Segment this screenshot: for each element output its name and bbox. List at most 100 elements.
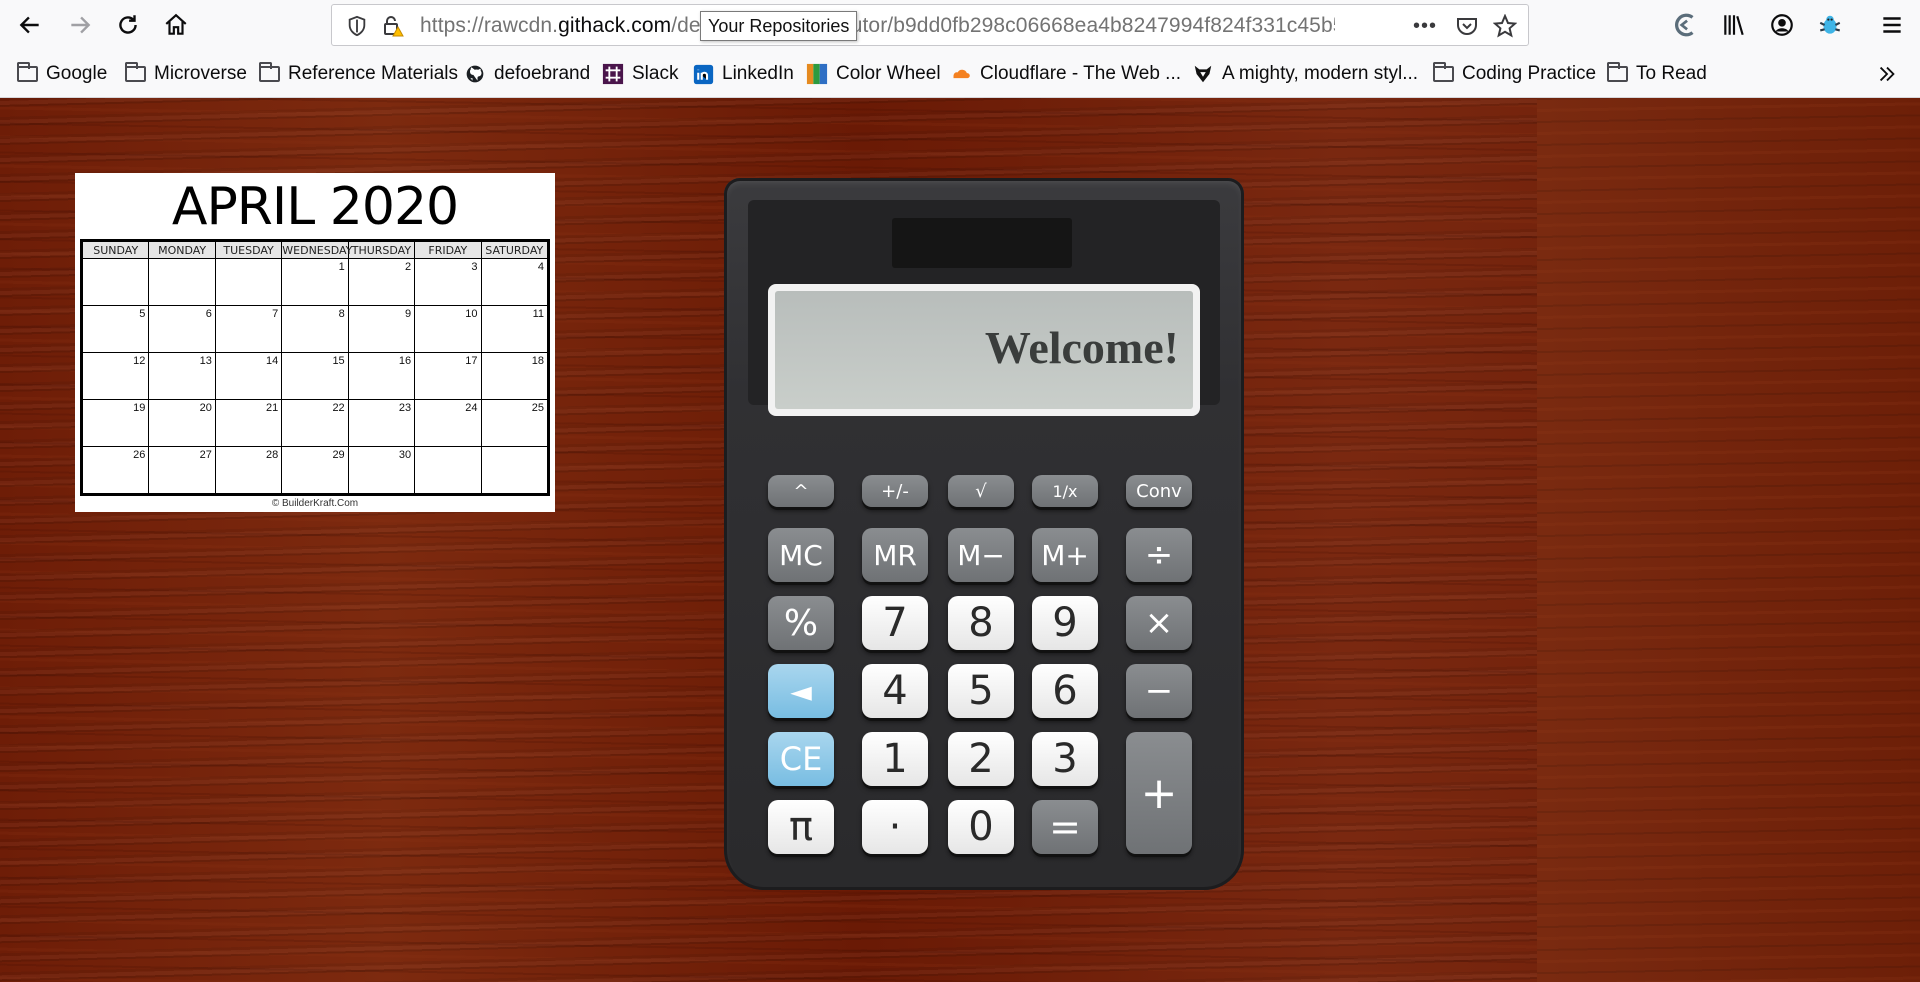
url-bar[interactable]: https://rawcdn.githack.com/de utor/b9dd0f… <box>331 4 1529 46</box>
bookmark-star-icon[interactable] <box>1492 13 1518 39</box>
sqrt-key[interactable]: √ <box>948 475 1014 507</box>
pi-key[interactable]: π <box>768 800 834 854</box>
calendar-cell: 14 <box>214 352 283 400</box>
menu-icon[interactable] <box>1872 5 1912 45</box>
mr-key[interactable]: MR <box>862 528 928 582</box>
url-text[interactable]: https://rawcdn.githack.com/de utor/b9dd0f… <box>420 14 1335 38</box>
forward-button[interactable] <box>60 5 100 45</box>
bookmark-cloudflare[interactable]: Cloudflare - The Web ... <box>950 60 1181 88</box>
m-minus-key[interactable]: M− <box>948 528 1014 582</box>
conv-key[interactable]: Conv <box>1126 475 1192 507</box>
digit-9-key[interactable]: 9 <box>1032 596 1098 650</box>
mc-key[interactable]: MC <box>768 528 834 582</box>
bookmark-reference-materials[interactable]: Reference Materials <box>258 60 458 88</box>
decimal-key[interactable]: · <box>862 800 928 854</box>
calendar-cell <box>81 258 150 306</box>
library-icon[interactable] <box>1714 5 1754 45</box>
calendar-day-header: SATURDAY <box>480 241 549 259</box>
calendar-cell: 12 <box>81 352 150 400</box>
bug-extension-icon[interactable] <box>1810 5 1850 45</box>
back-button[interactable] <box>10 5 50 45</box>
digit-4-key[interactable]: 4 <box>862 664 928 718</box>
reciprocal-key[interactable]: 1/x <box>1032 475 1098 507</box>
calendar-cell: 17 <box>414 352 482 400</box>
bookmark-linkedin[interactable]: LinkedIn <box>692 60 794 88</box>
backspace-key[interactable]: ◄ <box>768 664 834 718</box>
calendar: APRIL 2020 SUNDAY MONDAY TUESDAY WEDNESD… <box>75 173 555 512</box>
home-button[interactable] <box>156 5 196 45</box>
digit-5-key[interactable]: 5 <box>948 664 1014 718</box>
power-key[interactable]: ^ <box>768 475 834 507</box>
calendar-grid: SUNDAY MONDAY TUESDAY WEDNESDAY THURSDAY… <box>80 239 550 496</box>
calendar-day-header: FRIDAY <box>414 241 482 259</box>
equals-key[interactable]: = <box>1032 800 1098 854</box>
calendar-cell <box>414 446 482 494</box>
calendar-cell: 13 <box>148 352 216 400</box>
folder-icon <box>124 62 146 85</box>
bookmark-to-read[interactable]: To Read <box>1606 60 1707 88</box>
percent-key[interactable]: % <box>768 596 834 650</box>
bookmark-microverse[interactable]: Microverse <box>124 60 247 88</box>
calendar-day-header: WEDNESDAY <box>281 241 353 259</box>
digit-0-key[interactable]: 0 <box>948 800 1014 854</box>
browser-toolbar: https://rawcdn.githack.com/de utor/b9dd0f… <box>0 0 1920 50</box>
digit-8-key[interactable]: 8 <box>948 596 1014 650</box>
calendar-cell: 30 <box>347 446 416 494</box>
bookmark-slack[interactable]: Slack <box>602 60 678 88</box>
calendar-cell: 21 <box>214 399 283 447</box>
insecure-lock-icon[interactable] <box>380 13 406 39</box>
calendar-cell: 25 <box>480 399 549 447</box>
bookmark-google[interactable]: Google <box>16 60 107 88</box>
folder-icon <box>258 62 280 85</box>
reload-icon <box>119 15 137 34</box>
bookmark-mighty-modern[interactable]: A mighty, modern styl... <box>1192 60 1418 88</box>
wood-background-panel <box>1537 98 1920 982</box>
folder-icon <box>1606 62 1628 85</box>
calendar-cell: 8 <box>281 305 349 353</box>
calendar-cell: 18 <box>480 352 549 400</box>
bookmark-defoebrand[interactable]: defoebrand <box>464 60 590 88</box>
calendar-week: 12 13 14 15 16 17 18 <box>81 352 549 400</box>
bookmark-color-wheel[interactable]: Color Wheel <box>806 60 941 88</box>
bookmarks-overflow-button[interactable] <box>1876 60 1898 88</box>
digit-3-key[interactable]: 3 <box>1032 732 1098 786</box>
account-icon[interactable] <box>1762 5 1802 45</box>
plus-key[interactable]: + <box>1126 732 1192 854</box>
bookmarks-toolbar: Google Microverse Reference Materials de… <box>0 50 1920 98</box>
digit-7-key[interactable]: 7 <box>862 596 928 650</box>
slack-icon <box>602 63 624 85</box>
extension-icon[interactable] <box>1666 5 1706 45</box>
calendar-week: 5 6 7 8 9 10 11 <box>81 305 549 353</box>
calendar-cell: 23 <box>347 399 416 447</box>
page-actions-button[interactable]: ••• <box>1412 13 1438 39</box>
calendar-credit: © BuilderKraft.Com <box>271 498 359 509</box>
minus-key[interactable]: − <box>1126 664 1192 718</box>
calendar-cell: 9 <box>347 305 416 353</box>
calendar-cell: 2 <box>347 258 416 306</box>
reload-button[interactable] <box>108 5 148 45</box>
pocket-icon[interactable] <box>1454 13 1480 39</box>
divide-key[interactable]: ÷ <box>1126 528 1192 582</box>
calendar-title: APRIL 2020 <box>171 177 459 237</box>
calendar-cell: 20 <box>148 399 216 447</box>
calendar-cell <box>214 258 283 306</box>
digit-6-key[interactable]: 6 <box>1032 664 1098 718</box>
shield-icon[interactable] <box>344 13 370 39</box>
home-icon <box>165 13 187 35</box>
digit-1-key[interactable]: 1 <box>862 732 928 786</box>
calendar-cell <box>480 446 549 494</box>
clear-entry-key[interactable]: CE <box>768 732 834 786</box>
calendar-cell: 27 <box>148 446 216 494</box>
calculator-display: Welcome! <box>984 322 1179 373</box>
calendar-week: 19 20 21 22 23 24 25 <box>81 399 549 447</box>
calendar-cell: 7 <box>214 305 283 353</box>
bookmark-coding-practice[interactable]: Coding Practice <box>1432 60 1596 88</box>
linkedin-icon <box>692 63 714 85</box>
page-content: APRIL 2020 SUNDAY MONDAY TUESDAY WEDNESD… <box>0 98 1920 982</box>
m-plus-key[interactable]: M+ <box>1032 528 1098 582</box>
calendar-cell: 3 <box>414 258 482 306</box>
sign-key[interactable]: +/- <box>862 475 928 507</box>
multiply-key[interactable]: × <box>1126 596 1192 650</box>
calendar-cell: 16 <box>347 352 416 400</box>
digit-2-key[interactable]: 2 <box>948 732 1014 786</box>
